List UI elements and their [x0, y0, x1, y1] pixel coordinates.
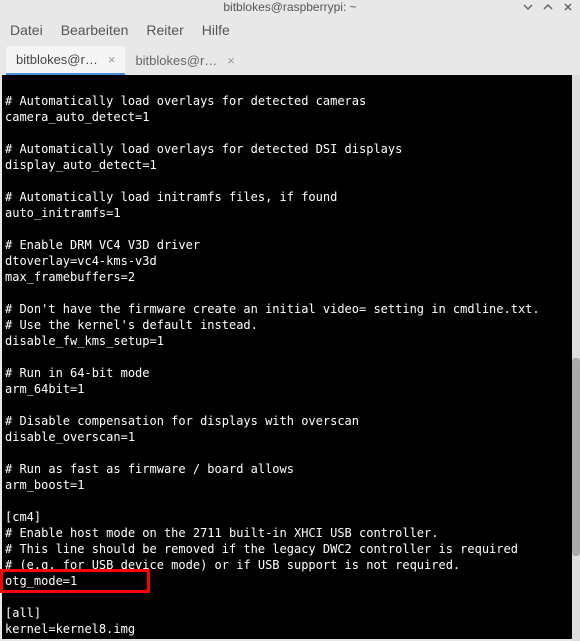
- tab-close-button[interactable]: ×: [227, 53, 235, 68]
- chevron-down-icon: [523, 2, 533, 12]
- menu-edit[interactable]: Bearbeiten: [61, 22, 129, 38]
- tab-label: bitblokes@r…: [135, 53, 217, 68]
- tab-label: bitblokes@r…: [16, 52, 98, 67]
- terminal-container: # Automatically load overlays for detect…: [0, 75, 580, 641]
- close-button[interactable]: [562, 1, 574, 13]
- scrollbar-thumb[interactable]: [572, 358, 580, 556]
- menu-tabs[interactable]: Reiter: [146, 22, 183, 38]
- tab-close-button[interactable]: ×: [108, 52, 116, 67]
- terminal-window: bitblokes@raspberrypi: ~ Datei Bearbeite…: [0, 0, 580, 625]
- tabbar: bitblokes@r… × bitblokes@r… ×: [0, 46, 580, 75]
- titlebar: bitblokes@raspberrypi: ~: [0, 0, 580, 14]
- minimize-button[interactable]: [522, 1, 534, 13]
- tab-1[interactable]: bitblokes@r… ×: [6, 46, 125, 75]
- tab-2[interactable]: bitblokes@r… ×: [125, 46, 244, 75]
- menu-help[interactable]: Hilfe: [202, 22, 230, 38]
- scrollbar[interactable]: [572, 75, 580, 641]
- maximize-button[interactable]: [542, 1, 554, 13]
- close-icon: [563, 2, 573, 12]
- menu-file[interactable]: Datei: [10, 22, 43, 38]
- chevron-up-icon: [543, 2, 553, 12]
- window-title: bitblokes@raspberrypi: ~: [223, 0, 356, 14]
- menubar: Datei Bearbeiten Reiter Hilfe: [0, 14, 580, 46]
- window-controls: [522, 1, 574, 13]
- terminal-output[interactable]: # Automatically load overlays for detect…: [2, 75, 578, 639]
